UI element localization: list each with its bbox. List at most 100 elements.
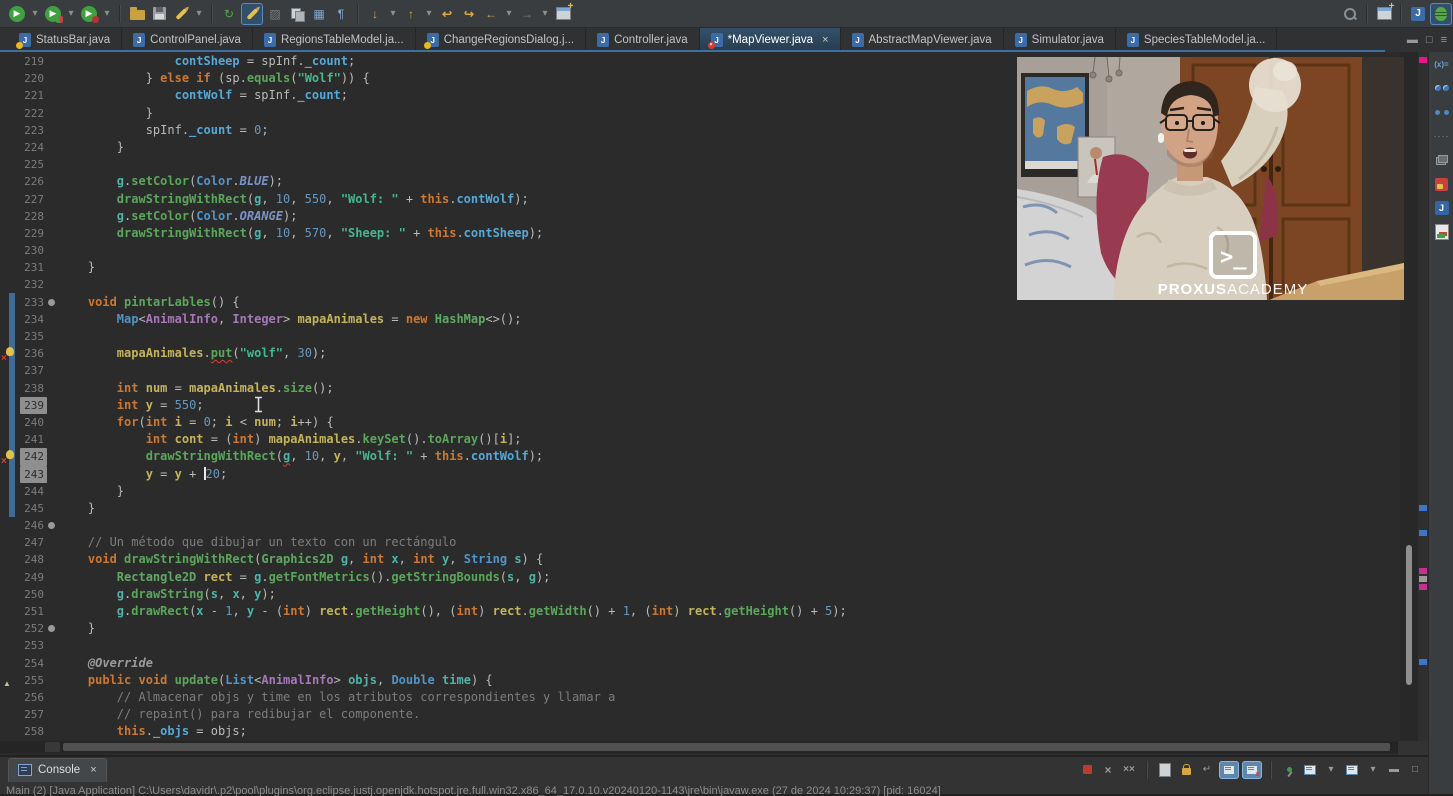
line-number[interactable]: 230	[20, 242, 47, 259]
code-line[interactable]: 244 }	[0, 483, 1400, 500]
line-number[interactable]: 254	[20, 655, 47, 672]
highlighter-icon[interactable]	[171, 4, 191, 24]
open-folder-icon[interactable]	[127, 4, 147, 24]
run-icon[interactable]: ▶	[7, 4, 27, 24]
line-number[interactable]: 222	[20, 105, 47, 122]
editor-tab[interactable]: JRegionsTableModel.ja...	[253, 28, 416, 52]
scroll-lock-icon[interactable]	[1177, 762, 1195, 778]
editor-tab[interactable]: JSpeciesTableModel.ja...	[1116, 28, 1277, 52]
debug-dropdown-icon[interactable]: ▾	[101, 4, 113, 24]
line-number[interactable]: 239	[20, 397, 47, 414]
more-views-icon[interactable]: ····	[1429, 124, 1453, 148]
line-number[interactable]: 243	[20, 466, 47, 483]
ruler-marker[interactable]	[1419, 584, 1427, 590]
line-number[interactable]: 256	[20, 689, 47, 706]
pin-console-icon[interactable]	[1280, 762, 1298, 778]
line-number[interactable]: 252	[20, 620, 47, 637]
code-line[interactable]: 246	[0, 517, 1400, 534]
console-close-icon[interactable]: ×	[90, 764, 96, 776]
ruler-marker[interactable]	[1419, 576, 1427, 582]
line-number[interactable]: 235	[20, 328, 47, 345]
format-icon[interactable]: ▨	[265, 4, 285, 24]
java-view-icon[interactable]: J	[1429, 196, 1453, 220]
last-edit-forward-icon[interactable]: ↪	[459, 4, 479, 24]
mark-occurrences-icon[interactable]	[241, 3, 263, 25]
tab-close-icon[interactable]: ×	[822, 34, 828, 46]
last-edit-back-icon[interactable]: ↩	[437, 4, 457, 24]
error-quickfix-icon[interactable]: ×	[2, 347, 16, 361]
code-line[interactable]: ×242 drawStringWithRect(g, 10, y, "Wolf:…	[0, 448, 1400, 465]
table-view-icon[interactable]: ▦	[309, 4, 329, 24]
code-line[interactable]: 247 // Un método que dibujar un texto co…	[0, 534, 1400, 551]
minimize-editor-icon[interactable]: ▬	[1407, 34, 1418, 46]
line-number[interactable]: 237	[20, 362, 47, 379]
line-number[interactable]: 233	[20, 294, 47, 311]
line-number[interactable]: 231	[20, 259, 47, 276]
code-line[interactable]: 239 int y = 550;	[0, 397, 1400, 414]
remove-all-launches-icon[interactable]: ××	[1120, 762, 1138, 778]
display-console-icon[interactable]	[1301, 762, 1319, 778]
code-line[interactable]: ▲255 public void update(List<AnimalInfo>…	[0, 672, 1400, 689]
open-console-dropdown-icon[interactable]: ▾	[1364, 762, 1382, 778]
line-number[interactable]: 227	[20, 191, 47, 208]
previous-annotation-icon[interactable]: ↑	[401, 4, 421, 24]
show-stdout-icon[interactable]	[1219, 761, 1239, 779]
line-number[interactable]: 232	[20, 276, 47, 293]
line-number[interactable]: 226	[20, 173, 47, 190]
line-number[interactable]: 245	[20, 500, 47, 517]
variables-view-icon[interactable]: (x)=	[1429, 52, 1453, 76]
line-number[interactable]: 244	[20, 483, 47, 500]
maximize-console-icon[interactable]: □	[1406, 762, 1424, 778]
open-perspective-icon[interactable]	[1374, 4, 1394, 24]
code-line[interactable]: 249 Rectangle2D rect = g.getFontMetrics(…	[0, 569, 1400, 586]
line-number[interactable]: 223	[20, 122, 47, 139]
show-whitespace-icon[interactable]: ¶	[331, 4, 351, 24]
line-number[interactable]: 258	[20, 723, 47, 740]
code-line[interactable]: 235	[0, 328, 1400, 345]
ruler-marker[interactable]	[1419, 530, 1427, 536]
code-line[interactable]: 245 }	[0, 500, 1400, 517]
console-tab[interactable]: Console ×	[8, 758, 107, 782]
code-line[interactable]: 237	[0, 362, 1400, 379]
ruler-marker[interactable]	[1419, 568, 1427, 574]
next-annotation-dropdown-icon[interactable]: ▾	[387, 4, 399, 24]
copy-docs-icon[interactable]	[287, 4, 307, 24]
code-line[interactable]: 256 // Almacenar objs y time en los atri…	[0, 689, 1400, 706]
clear-console-icon[interactable]	[1156, 762, 1174, 778]
code-line[interactable]: 253	[0, 637, 1400, 654]
ruler-error-marker[interactable]	[1419, 57, 1427, 63]
editor-tab[interactable]: J×*MapViewer.java×	[700, 28, 841, 52]
editor-tab[interactable]: JAbstractMapViewer.java	[841, 28, 1004, 52]
line-number[interactable]: 224	[20, 139, 47, 156]
forward-icon[interactable]: →	[517, 4, 537, 24]
save-icon[interactable]	[149, 4, 169, 24]
line-number[interactable]: 219	[20, 53, 47, 70]
word-wrap-icon[interactable]: ↵	[1198, 762, 1216, 778]
line-number[interactable]: 240	[20, 414, 47, 431]
editor-tab[interactable]: JStatusBar.java	[8, 28, 122, 52]
ruler-marker[interactable]	[1419, 505, 1427, 511]
code-line[interactable]: 250 g.drawString(s, x, y);	[0, 586, 1400, 603]
code-line[interactable]: 252 }	[0, 620, 1400, 637]
java-perspective-icon[interactable]: J	[1408, 4, 1428, 24]
forward-dropdown-icon[interactable]: ▾	[539, 4, 551, 24]
previous-annotation-dropdown-icon[interactable]: ▾	[423, 4, 435, 24]
file-view-icon[interactable]	[1429, 220, 1453, 244]
code-line[interactable]: 240 for(int i = 0; i < num; i++) {	[0, 414, 1400, 431]
next-annotation-icon[interactable]: ↓	[365, 4, 385, 24]
back-dropdown-icon[interactable]: ▾	[503, 4, 515, 24]
maximize-editor-icon[interactable]: □	[1426, 34, 1433, 46]
code-editor[interactable]: 219 contSheep = spInf._count;220 } else …	[0, 52, 1428, 755]
show-stderr-icon[interactable]	[1242, 761, 1262, 779]
line-number[interactable]: 253	[20, 637, 47, 654]
debug-perspective-icon[interactable]	[1430, 3, 1452, 25]
line-number[interactable]: 249	[20, 569, 47, 586]
code-line[interactable]: ×236 mapaAnimales.put("wolf", 30);	[0, 345, 1400, 362]
line-number[interactable]: 225	[20, 156, 47, 173]
line-number[interactable]: 257	[20, 706, 47, 723]
line-number[interactable]: 242	[20, 448, 47, 465]
line-number[interactable]: 238	[20, 380, 47, 397]
line-number[interactable]: 220	[20, 70, 47, 87]
pin-editor-icon[interactable]	[553, 4, 573, 24]
coverage-icon[interactable]: ▶	[43, 4, 63, 24]
